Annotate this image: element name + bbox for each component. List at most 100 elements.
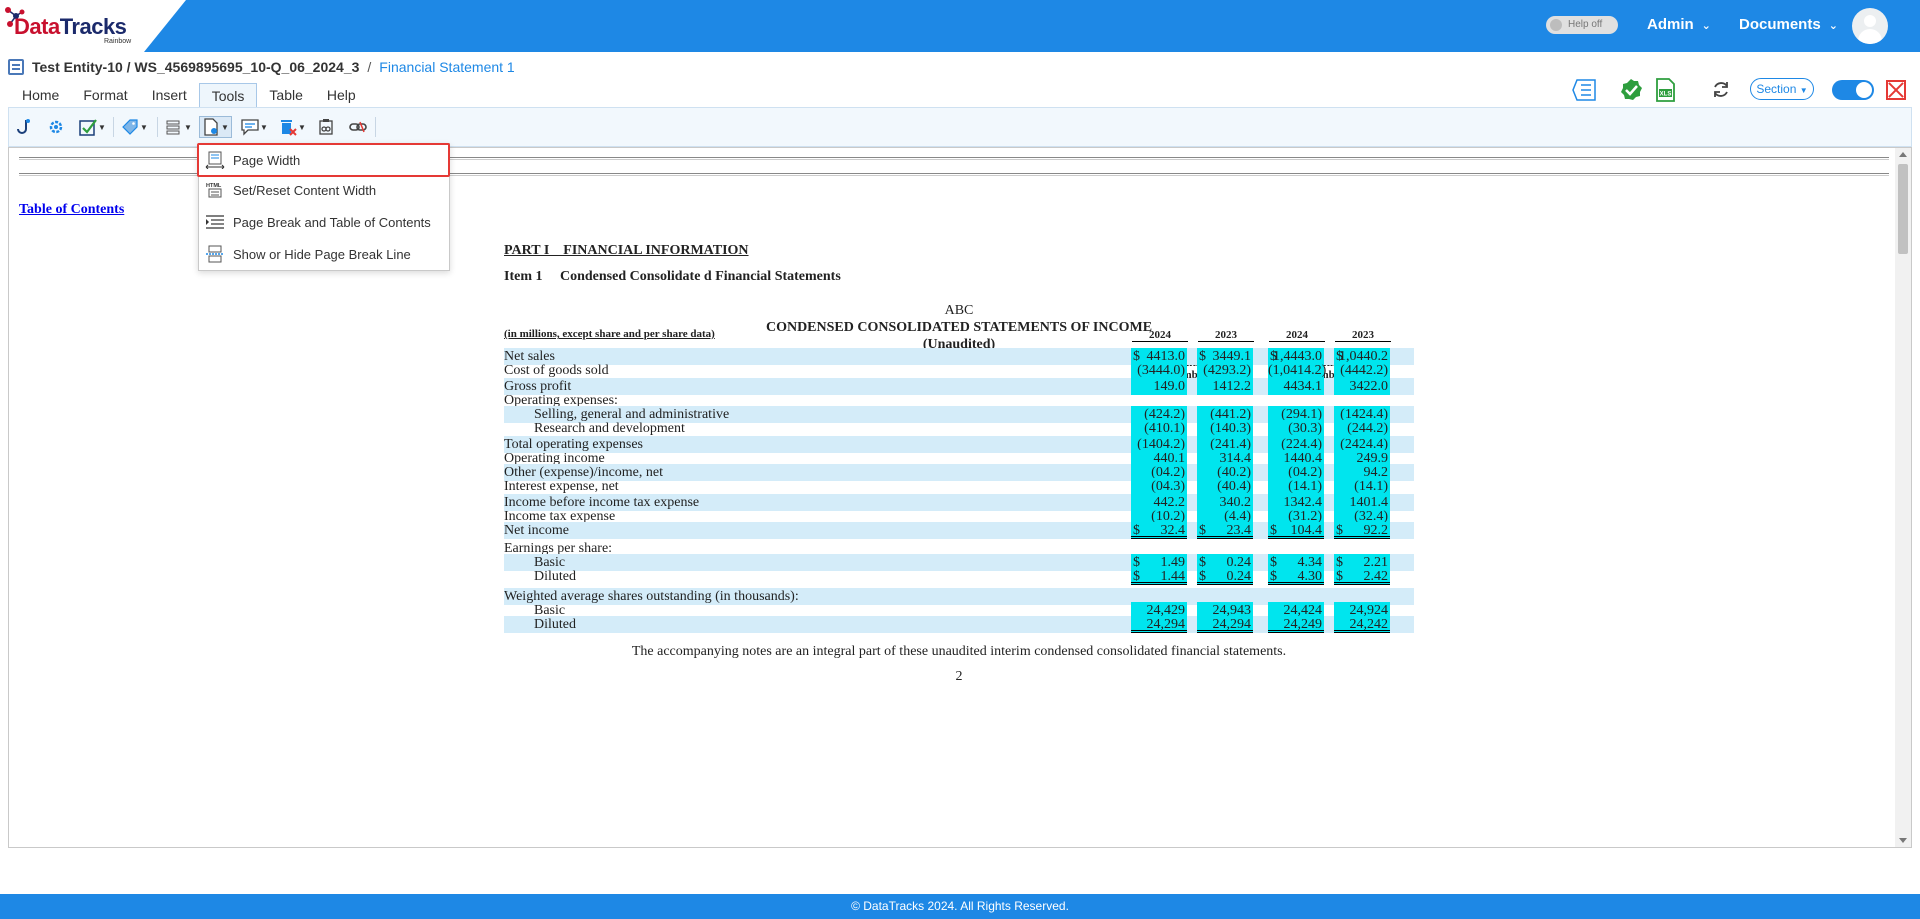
dollar-sign: $: [1199, 569, 1206, 584]
cell-value: (1,0414.2): [1268, 363, 1327, 378]
align-tool-button[interactable]: ▼: [165, 116, 192, 138]
table-cell[interactable]: $32.4: [1131, 522, 1187, 539]
vertical-scrollbar[interactable]: [1895, 148, 1911, 847]
dollar-sign: $: [1270, 523, 1277, 538]
table-cell[interactable]: (4442.2): [1334, 362, 1390, 379]
refresh-icon[interactable]: [1708, 77, 1734, 103]
table-cell[interactable]: (410.1): [1131, 420, 1187, 437]
table-cell[interactable]: $2.42: [1334, 568, 1390, 585]
tab-tools[interactable]: Tools: [198, 83, 258, 107]
toggle-knob: [1856, 82, 1872, 98]
help-toggle[interactable]: Help off: [1546, 16, 1618, 34]
table-cell[interactable]: (244.2): [1334, 420, 1390, 437]
table-row[interactable]: Diluted 24,294 24,294 24,249 24,242: [504, 616, 1414, 633]
help-toggle-label: Help off: [1568, 19, 1603, 30]
link-document-tool-button[interactable]: [317, 116, 335, 138]
tag-tool-button[interactable]: ▼: [121, 116, 148, 138]
table-cell[interactable]: $0.24: [1197, 568, 1253, 585]
table-cell[interactable]: (30.3): [1268, 420, 1324, 437]
table-cell[interactable]: (14.1): [1334, 478, 1390, 495]
table-cell[interactable]: (4293.2): [1197, 362, 1253, 379]
table-cell[interactable]: (04.3): [1131, 478, 1187, 495]
validate-check-icon[interactable]: [1618, 77, 1644, 103]
hyperlink-tool-button[interactable]: [349, 116, 367, 138]
caret-down-icon: ▼: [184, 122, 192, 132]
cell-value: (14.1): [1288, 479, 1322, 494]
table-cell[interactable]: 24,249: [1268, 616, 1324, 633]
outline-list-icon[interactable]: [1572, 77, 1598, 103]
cell-value: 24,294: [1146, 617, 1186, 632]
menu-item-page-break-toc[interactable]: Page Break and Table of Contents: [199, 209, 449, 235]
part-title: PART I FINANCIAL INFORMATION: [504, 243, 749, 258]
scrollbar-thumb[interactable]: [1898, 164, 1908, 254]
menu-item-show-hide-page-break-line[interactable]: Show or Hide Page Break Line: [199, 241, 449, 267]
table-cell[interactable]: $92.2: [1334, 522, 1390, 539]
tab-table[interactable]: Table: [257, 83, 314, 107]
table-cell[interactable]: (3444.0): [1131, 362, 1187, 379]
table-row[interactable]: Cost of goods sold (3444.0) (4293.2) (1,041…: [504, 362, 1414, 379]
tab-home[interactable]: Home: [10, 83, 71, 107]
section-dropdown[interactable]: Section ▼: [1750, 78, 1814, 100]
documents-menu[interactable]: Documents ⌄: [1739, 16, 1838, 33]
top-bar: DataTracks Rainbow Help off Admin ⌄ Docum…: [0, 0, 1920, 52]
edit-mode-toggle[interactable]: [1832, 80, 1874, 100]
table-cell[interactable]: (140.3): [1197, 420, 1253, 437]
avatar-body: [1858, 29, 1882, 44]
table-row[interactable]: Net income $32.4 $23.4 $104.4 $92.2: [504, 522, 1414, 539]
tab-insert[interactable]: Insert: [140, 83, 199, 107]
cell-value: 0.24: [1226, 569, 1252, 584]
table-row[interactable]: Interest expense, net (04.3) (40.4) (14.1) (…: [504, 478, 1414, 495]
logo[interactable]: DataTracks Rainbow: [0, 0, 186, 52]
table-cell[interactable]: (1,0414.2): [1268, 362, 1327, 379]
table-cell[interactable]: 24,294: [1197, 616, 1253, 633]
tab-help[interactable]: Help: [315, 83, 368, 107]
table-of-contents-link[interactable]: Table of Contents: [19, 202, 124, 218]
caret-down-icon: ▼: [298, 122, 306, 132]
settings-tool-button[interactable]: [47, 116, 65, 138]
table-cell[interactable]: (14.1): [1268, 478, 1324, 495]
table-cell[interactable]: $1.44: [1131, 568, 1187, 585]
company-name: ABC: [944, 303, 974, 318]
cell-value: 1.44: [1160, 569, 1186, 584]
ribbon-tabs: Home Format Insert Tools Table Help: [10, 83, 368, 107]
footer: © DataTracks 2024. All Rights Reserved.: [0, 894, 1920, 919]
table-cell[interactable]: (40.4): [1197, 478, 1253, 495]
toolbar-divider: [113, 117, 114, 137]
page-tool-button[interactable]: ▼: [199, 116, 232, 138]
row-label: Net income: [504, 523, 569, 538]
admin-menu[interactable]: Admin ⌄: [1647, 16, 1711, 33]
table-cell[interactable]: 24,294: [1131, 616, 1187, 633]
breadcrumb-entity[interactable]: Test Entity-10 / WS_4569895695_10-Q_06_2…: [32, 59, 359, 75]
cell-value: (410.1): [1144, 421, 1185, 436]
page-break-line-icon: [206, 245, 224, 263]
cell-value: 24,294: [1212, 617, 1252, 632]
scroll-up-arrow-icon[interactable]: [1899, 152, 1907, 157]
table-cell[interactable]: $23.4: [1197, 522, 1253, 539]
delete-tool-button[interactable]: ▼: [279, 116, 306, 138]
scroll-down-arrow-icon[interactable]: [1899, 838, 1907, 843]
table-row[interactable]: Diluted $1.44 $0.24 $4.30 $2.42: [504, 568, 1414, 585]
cell-value: 2.42: [1363, 569, 1389, 584]
align-lines-icon: [166, 120, 180, 135]
hook-tool-button[interactable]: [15, 116, 33, 138]
table-cell[interactable]: 24,242: [1334, 616, 1390, 633]
close-icon[interactable]: [1886, 80, 1906, 100]
page-settings-icon: [204, 118, 218, 136]
export-xls-icon[interactable]: XLS: [1652, 77, 1678, 103]
comment-tool-button[interactable]: ▼: [241, 116, 268, 138]
page-number: 2: [955, 669, 963, 684]
table-cell[interactable]: $4.30: [1268, 568, 1324, 585]
checkbox-icon: [79, 119, 97, 136]
tab-format[interactable]: Format: [71, 83, 139, 107]
checklist-tool-button[interactable]: ▼: [79, 116, 106, 138]
breadcrumb-current[interactable]: Financial Statement 1: [379, 59, 514, 75]
table-cell[interactable]: $104.4: [1268, 522, 1324, 539]
year-header: 2023: [1198, 329, 1254, 342]
table-row[interactable]: Research and development (410.1) (140.3) (3…: [504, 420, 1414, 437]
menu-item-set-reset-content-width[interactable]: HTML Set/Reset Content Width: [199, 177, 449, 203]
row-label: Interest expense, net: [504, 479, 619, 494]
avatar[interactable]: [1852, 8, 1888, 44]
caret-down-icon: ▼: [98, 122, 106, 132]
svg-text:HTML: HTML: [206, 183, 222, 189]
cell-value: (4293.2): [1203, 363, 1251, 378]
